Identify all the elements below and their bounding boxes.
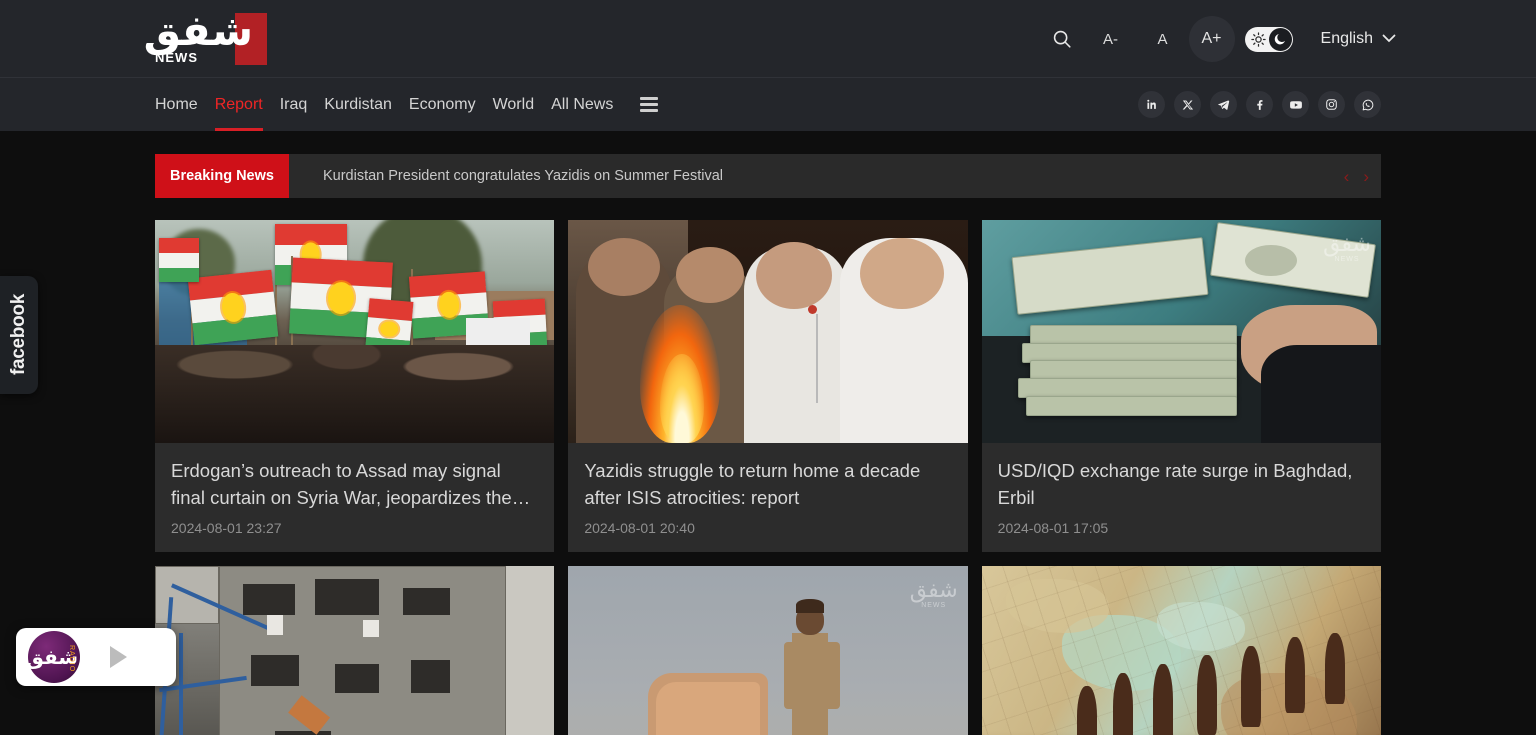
whatsapp-icon[interactable] (1354, 91, 1381, 118)
next-arrow-icon[interactable]: › (1363, 168, 1369, 185)
article-body: Yazidis struggle to return home a decade… (568, 443, 967, 552)
breaking-news-headline[interactable]: Kurdistan President congratulates Yazidi… (323, 168, 723, 184)
font-normal-button[interactable]: A (1137, 31, 1189, 48)
yazidi-women-fire-ceremony-image (568, 220, 968, 443)
bombed-building-rubble-image (155, 566, 555, 735)
facebook-icon[interactable] (1246, 91, 1273, 118)
chevron-down-icon (1382, 30, 1396, 48)
article-title[interactable]: Yazidis struggle to return home a decade… (584, 457, 951, 511)
article-body: Erdogan’s outreach to Assad may signal f… (155, 443, 554, 552)
watermark-arabic: شفق (909, 578, 958, 603)
article-date: 2024-08-01 20:40 (584, 520, 695, 536)
article-card[interactable] (155, 566, 555, 735)
hamburger-menu-icon[interactable] (640, 97, 659, 112)
prev-arrow-icon[interactable]: ‹ (1344, 168, 1350, 185)
content-container: Breaking News Kurdistan President congra… (155, 154, 1381, 735)
article-title[interactable]: USD/IQD exchange rate surge in Baghdad, … (998, 457, 1365, 511)
language-label: English (1320, 30, 1373, 47)
radio-logo: شفق RADIO (26, 631, 80, 683)
breaking-news-bar: Breaking News Kurdistan President congra… (155, 154, 1381, 198)
article-date: 2024-08-01 17:05 (997, 520, 1109, 536)
header-controls: A- A A+ English (1039, 0, 1396, 78)
x-twitter-icon[interactable] (1174, 91, 1201, 118)
article-card[interactable]: شفق NEWS USD/IQD exchange rate surge in … (981, 220, 1381, 552)
search-icon[interactable] (1039, 16, 1085, 62)
nav-item-all-news[interactable]: All News (551, 78, 613, 131)
article-card[interactable] (981, 566, 1381, 735)
logo-news-text: NEWS (155, 49, 198, 65)
site-header: شفق NEWS A- A A+ English (0, 0, 1536, 78)
social-links (1138, 91, 1381, 118)
article-card[interactable]: Erdogan’s outreach to Assad may signal f… (155, 220, 555, 552)
us-dollars-currency-exchange-image: شفق NEWS (981, 220, 1381, 443)
font-decrease-button[interactable]: A- (1085, 31, 1137, 48)
breaking-news-arrows: ‹ › (1344, 168, 1369, 185)
nav-links: Home Report Iraq Kurdistan Economy World… (155, 78, 659, 131)
middle-east-war-map-image (981, 566, 1381, 735)
theme-toggle[interactable] (1244, 26, 1293, 52)
breaking-news-label[interactable]: Breaking News (155, 154, 289, 198)
radio-logo-label: RADIO (68, 645, 75, 673)
nav-item-economy[interactable]: Economy (409, 78, 476, 131)
moon-icon (1268, 27, 1292, 51)
facebook-side-tab[interactable]: facebook (0, 276, 38, 394)
site-logo[interactable]: شفق NEWS (144, 8, 267, 67)
radio-player-widget[interactable]: شفق RADIO (16, 628, 176, 686)
font-increase-button[interactable]: A+ (1188, 16, 1235, 62)
article-grid: Erdogan’s outreach to Assad may signal f… (155, 220, 1381, 735)
article-thumbnail: شفق NEWS شفق NEWS (568, 566, 968, 735)
telegram-icon[interactable] (1210, 91, 1237, 118)
article-thumbnail: شفق NEWS (981, 220, 1381, 443)
article-card[interactable]: شفق NEWS شفق NEWS (568, 566, 968, 735)
image-watermark: شفق NEWS (909, 578, 958, 610)
youtube-icon[interactable] (1282, 91, 1309, 118)
article-date: 2024-08-01 23:27 (171, 520, 282, 536)
sun-icon (1249, 30, 1268, 49)
soldier-desert-outpost-image: شفق NEWS شفق NEWS (568, 566, 968, 735)
nav-item-home[interactable]: Home (155, 78, 198, 131)
article-body: USD/IQD exchange rate surge in Baghdad, … (982, 443, 1381, 552)
language-selector[interactable]: English (1321, 30, 1396, 48)
main-navigation: Home Report Iraq Kurdistan Economy World… (0, 78, 1536, 131)
instagram-icon[interactable] (1318, 91, 1345, 118)
watermark-sub: NEWS (921, 602, 947, 609)
kurdish-flags-rally-image (155, 220, 555, 443)
article-thumbnail (568, 220, 968, 443)
article-card[interactable]: Yazidis struggle to return home a decade… (568, 220, 968, 552)
facebook-tab-label: facebook (8, 294, 29, 376)
logo-arabic-text: شفق (143, 5, 255, 55)
linkedin-icon[interactable] (1138, 91, 1165, 118)
article-title[interactable]: Erdogan’s outreach to Assad may signal f… (171, 457, 538, 511)
article-thumbnail (981, 566, 1381, 735)
nav-item-kurdistan[interactable]: Kurdistan (324, 78, 392, 131)
play-icon[interactable] (110, 646, 127, 668)
article-thumbnail (155, 566, 555, 735)
page-content: Breaking News Kurdistan President congra… (0, 131, 1536, 735)
article-thumbnail (155, 220, 555, 443)
nav-item-world[interactable]: World (493, 78, 535, 131)
nav-item-report[interactable]: Report (214, 78, 263, 131)
nav-item-iraq[interactable]: Iraq (280, 78, 308, 131)
